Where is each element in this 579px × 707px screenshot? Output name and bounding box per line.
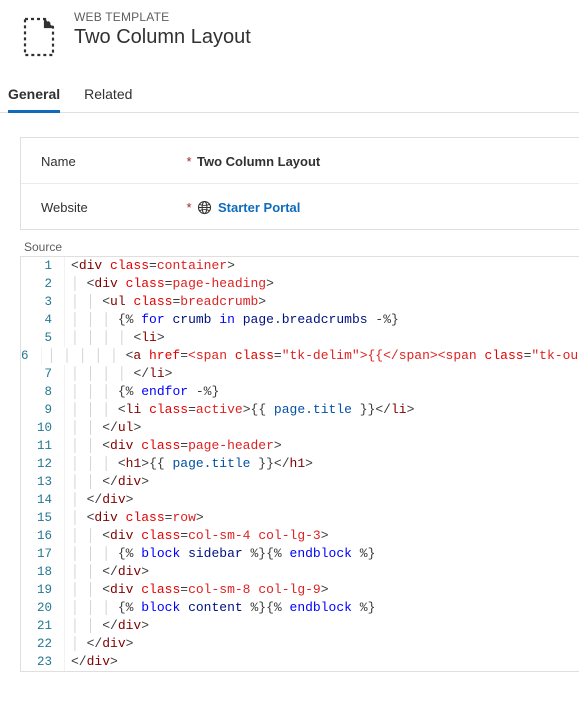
code-content[interactable]: │ │ </div> (65, 617, 149, 635)
line-number: 20 (21, 599, 65, 617)
globe-icon (197, 200, 212, 215)
code-content[interactable]: │ <div class=row> (65, 509, 204, 527)
code-content[interactable]: │ │ │ {% endfor -%} (65, 383, 219, 401)
line-number: 21 (21, 617, 65, 635)
code-content[interactable]: │ │ │ <li class=active>{{ page.title }}<… (65, 401, 414, 419)
code-line[interactable]: 11│ │ <div class=page-header> (21, 437, 579, 455)
name-field[interactable]: Two Column Layout (197, 154, 559, 169)
code-content[interactable]: │ │ │ │ <li> (65, 329, 165, 347)
code-line[interactable]: 10│ │ </ul> (21, 419, 579, 437)
line-number: 8 (21, 383, 65, 401)
code-line[interactable]: 4│ │ │ {% for crumb in page.breadcrumbs … (21, 311, 579, 329)
line-number: 3 (21, 293, 65, 311)
code-line[interactable]: 9│ │ │ <li class=active>{{ page.title }}… (21, 401, 579, 419)
line-number: 16 (21, 527, 65, 545)
code-line[interactable]: 6│ │ │ │ │ <a href=<span class="tk-delim… (21, 347, 579, 365)
line-number: 9 (21, 401, 65, 419)
line-number: 12 (21, 455, 65, 473)
code-line[interactable]: 16│ │ <div class=col-sm-4 col-lg-3> (21, 527, 579, 545)
line-number: 23 (21, 653, 65, 671)
code-content[interactable]: │ </div> (65, 491, 133, 509)
line-number: 15 (21, 509, 65, 527)
code-line[interactable]: 17│ │ │ {% block sidebar %}{% endblock %… (21, 545, 579, 563)
page-title: Two Column Layout (74, 26, 251, 49)
code-line[interactable]: 21│ │ </div> (21, 617, 579, 635)
line-number: 4 (21, 311, 65, 329)
tab-related[interactable]: Related (84, 78, 132, 112)
form-row-name: Name * Two Column Layout (21, 138, 579, 184)
website-field[interactable]: Starter Portal (197, 200, 559, 215)
line-number: 10 (21, 419, 65, 437)
line-number: 14 (21, 491, 65, 509)
name-field-label: Name (41, 154, 181, 169)
website-field-label: Website (41, 200, 181, 215)
record-tabs: General Related (0, 78, 579, 113)
line-number: 18 (21, 563, 65, 581)
code-line[interactable]: 13│ │ </div> (21, 473, 579, 491)
source-field-label: Source (20, 230, 579, 256)
required-indicator: * (181, 200, 197, 215)
line-number: 17 (21, 545, 65, 563)
code-content[interactable]: │ │ <div class=page-header> (65, 437, 282, 455)
code-line[interactable]: 23</div> (21, 653, 579, 671)
code-content[interactable]: │ │ <ul class=breadcrumb> (65, 293, 266, 311)
code-line[interactable]: 8│ │ │ {% endfor -%} (21, 383, 579, 401)
code-line[interactable]: 22│ </div> (21, 635, 579, 653)
code-content[interactable]: │ </div> (65, 635, 133, 653)
entity-type-label: WEB TEMPLATE (74, 10, 251, 24)
code-line[interactable]: 18│ │ </div> (21, 563, 579, 581)
code-content[interactable]: │ │ │ │ </li> (65, 365, 172, 383)
code-line[interactable]: 5│ │ │ │ <li> (21, 329, 579, 347)
tab-general[interactable]: General (8, 78, 60, 112)
required-indicator: * (181, 154, 197, 169)
website-lookup-value[interactable]: Starter Portal (218, 200, 300, 215)
code-content[interactable]: │ │ </div> (65, 473, 149, 491)
line-number: 13 (21, 473, 65, 491)
code-line[interactable]: 15│ <div class=row> (21, 509, 579, 527)
code-content[interactable]: │ │ </div> (65, 563, 149, 581)
code-content[interactable]: │ │ <div class=col-sm-8 col-lg-9> (65, 581, 329, 599)
source-code-editor[interactable]: 1<div class=container>2│ <div class=page… (20, 256, 579, 672)
code-content[interactable]: │ <div class=page-heading> (65, 275, 274, 293)
line-number: 5 (21, 329, 65, 347)
code-content[interactable]: │ │ │ {% block sidebar %}{% endblock %} (65, 545, 375, 563)
code-line[interactable]: 1<div class=container> (21, 257, 579, 275)
code-content[interactable]: │ │ │ │ │ <a href=<span class="tk-delim"… (42, 347, 579, 365)
code-content[interactable]: │ │ │ {% block content %}{% endblock %} (65, 599, 375, 617)
code-line[interactable]: 2│ <div class=page-heading> (21, 275, 579, 293)
form-section: Name * Two Column Layout Website * Start… (20, 137, 579, 230)
code-content[interactable]: </div> (65, 653, 118, 671)
line-number: 22 (21, 635, 65, 653)
line-number: 2 (21, 275, 65, 293)
code-line[interactable]: 3│ │ <ul class=breadcrumb> (21, 293, 579, 311)
code-line[interactable]: 12│ │ │ <h1>{{ page.title }}</h1> (21, 455, 579, 473)
code-content[interactable]: <div class=container> (65, 257, 235, 275)
code-content[interactable]: │ │ │ <h1>{{ page.title }}</h1> (65, 455, 313, 473)
line-number: 19 (21, 581, 65, 599)
code-content[interactable]: │ │ <div class=col-sm-4 col-lg-3> (65, 527, 329, 545)
code-content[interactable]: │ │ │ {% for crumb in page.breadcrumbs -… (65, 311, 399, 329)
file-icon (18, 16, 60, 58)
form-row-website: Website * Starter Portal (21, 184, 579, 229)
line-number: 7 (21, 365, 65, 383)
code-line[interactable]: 20│ │ │ {% block content %}{% endblock %… (21, 599, 579, 617)
page-header: WEB TEMPLATE Two Column Layout (0, 0, 579, 78)
code-content[interactable]: │ │ </ul> (65, 419, 141, 437)
line-number: 1 (21, 257, 65, 275)
code-line[interactable]: 7│ │ │ │ </li> (21, 365, 579, 383)
line-number: 11 (21, 437, 65, 455)
line-number: 6 (21, 347, 42, 365)
code-line[interactable]: 14│ </div> (21, 491, 579, 509)
code-line[interactable]: 19│ │ <div class=col-sm-8 col-lg-9> (21, 581, 579, 599)
